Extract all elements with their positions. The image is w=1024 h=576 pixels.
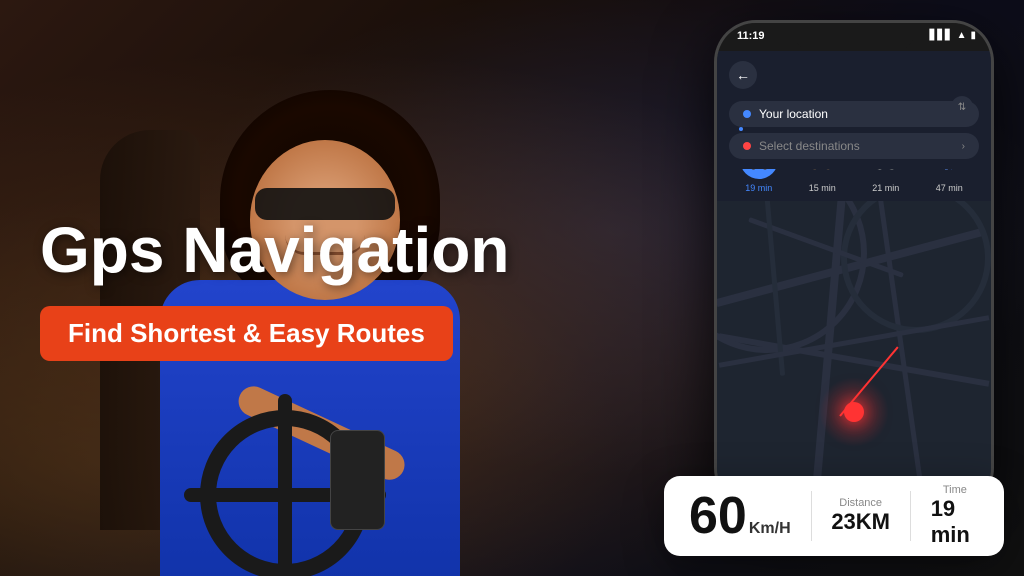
left-content: Gps Navigation Find Shortest & Easy Rout… <box>0 0 580 576</box>
signal-icon: ▋▋▋ <box>930 30 953 41</box>
status-time: 11:19 <box>737 30 765 42</box>
walk-time: 47 min <box>936 183 963 193</box>
chevron-right-icon: › <box>962 141 965 152</box>
speed-number: 60 <box>689 490 747 542</box>
destination-dot <box>743 142 751 150</box>
phone-frame: 11:19 ▋▋▋ ▲ ▮ ← Your loca <box>714 20 994 510</box>
phone-notch <box>794 23 914 51</box>
location-dot <box>743 110 751 118</box>
bus-time: 15 min <box>809 183 836 193</box>
pin-dot <box>844 402 864 422</box>
pin-glow <box>819 377 889 447</box>
destination-text: Select destinations <box>759 139 860 153</box>
nav-header: ← Your location ⇅ Select destinations › <box>717 51 991 169</box>
distance-label: Distance <box>839 497 882 509</box>
phone-container: 11:19 ▋▋▋ ▲ ▮ ← Your loca <box>704 20 1004 540</box>
dot-3 <box>739 127 743 131</box>
divider-2 <box>910 491 911 541</box>
location-pin <box>819 377 889 447</box>
wifi-icon: ▲ <box>957 30 967 41</box>
subtitle-badge: Find Shortest & Easy Routes <box>40 306 453 361</box>
time-label: Time <box>943 484 967 496</box>
swap-button[interactable]: ⇅ <box>951 96 973 118</box>
speed-unit: Km/H <box>749 520 791 538</box>
time-stat: Time 19 min <box>931 484 979 548</box>
car-time: 19 min <box>745 183 772 193</box>
distance-value: 23KM <box>831 509 890 535</box>
status-icons: ▋▋▋ ▲ ▮ <box>930 30 977 41</box>
bottom-info-card: 60 Km/H Distance 23KM Time 19 min <box>664 476 1004 556</box>
divider-1 <box>811 491 812 541</box>
battery-icon: ▮ <box>970 30 976 41</box>
location-text: Your location <box>759 107 828 121</box>
bike-time: 21 min <box>872 183 899 193</box>
destination-input[interactable]: Select destinations › <box>729 133 979 159</box>
time-value: 19 min <box>931 496 979 548</box>
speed-display: 60 Km/H <box>689 490 791 542</box>
main-title: Gps Navigation <box>40 215 540 285</box>
location-input[interactable]: Your location <box>729 101 979 127</box>
distance-stat: Distance 23KM <box>831 497 890 535</box>
back-button[interactable]: ← <box>729 61 757 89</box>
